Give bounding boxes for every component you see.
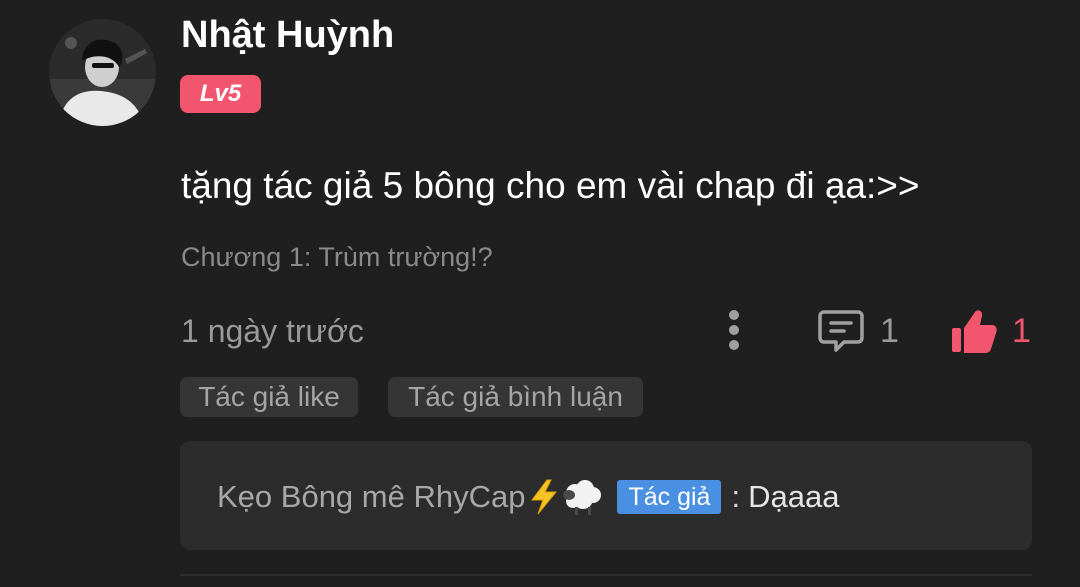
chapter-link[interactable]: Chương 1: Trùm trường!?	[181, 242, 493, 273]
comment-text: tặng tác giả 5 bông cho em vài chap đi ạ…	[181, 165, 920, 206]
sheep-icon	[563, 480, 602, 515]
more-options-button[interactable]	[716, 306, 752, 354]
author-like-tag: Tác giả like	[180, 377, 358, 417]
user-avatar-photo-icon	[49, 19, 156, 126]
reply-author-emoji	[527, 477, 605, 517]
like-button[interactable]: 1	[950, 306, 1031, 356]
reply-count: 1	[880, 311, 899, 350]
username[interactable]: Nhật Huỳnh	[181, 14, 394, 57]
comment-card: Nhật Huỳnh Lv5 tặng tác giả 5 bông cho e…	[0, 0, 1080, 587]
timestamp: 1 ngày trước	[181, 313, 364, 349]
reply-button[interactable]: 1	[818, 306, 899, 356]
author-badge: Tác giả	[617, 480, 722, 514]
avatar[interactable]	[49, 19, 156, 126]
reply-line: Kẹo Bông mê RhyCap Tác giả : Dạaaa	[217, 476, 839, 518]
author-reply-tag: Tác giả bình luận	[388, 377, 643, 417]
thumbs-up-icon	[952, 310, 997, 353]
lightning-icon	[531, 479, 558, 515]
level-badge: Lv5	[180, 75, 261, 113]
reply-preview[interactable]: Kẹo Bông mê RhyCap Tác giả : Dạaaa	[180, 441, 1032, 550]
reply-separator: :	[731, 479, 741, 514]
reply-author-name[interactable]: Kẹo Bông mê RhyCap	[217, 479, 525, 515]
reply-text: Dạaaa	[748, 479, 840, 514]
divider	[180, 574, 1032, 576]
like-count: 1	[1012, 311, 1031, 350]
vertical-dots-icon	[729, 310, 739, 350]
comment-icon	[818, 310, 864, 352]
